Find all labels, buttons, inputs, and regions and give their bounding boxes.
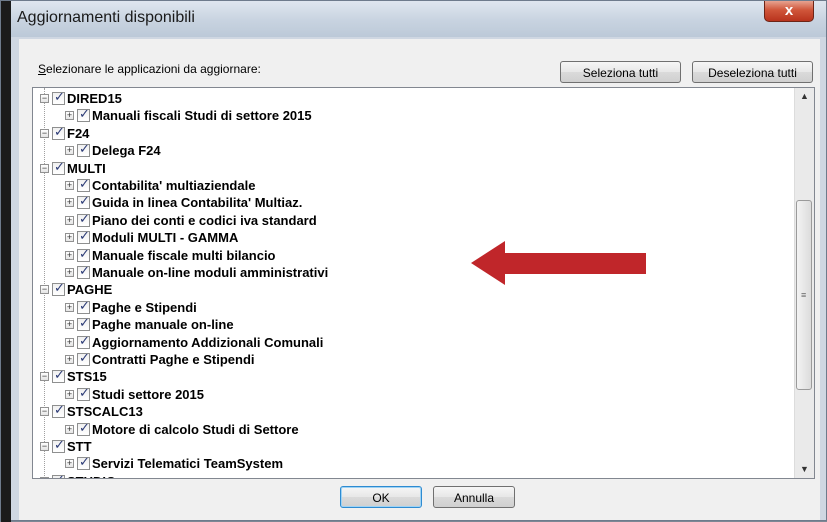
- ok-button[interactable]: OK: [340, 486, 422, 508]
- checkbox[interactable]: [52, 125, 65, 140]
- annotation-arrow-icon: [471, 241, 646, 285]
- expand-icon[interactable]: +: [65, 268, 74, 277]
- tree-item-label: Studi settore 2015: [92, 386, 204, 402]
- checkbox[interactable]: [77, 229, 90, 245]
- tree-item-label: Contabilita' multiaziendale: [92, 178, 256, 193]
- tree-item-label: MULTI: [67, 160, 106, 176]
- tree-item-label: Paghe manuale on-line: [92, 317, 234, 333]
- tree-item-label: Aggiornamento Addizionali Comunali: [92, 334, 324, 350]
- tree-item-label: Manuale fiscale multi bilancio: [92, 247, 276, 263]
- checkbox[interactable]: [77, 142, 90, 158]
- expand-icon[interactable]: +: [65, 215, 74, 225]
- tree-item-label: F24: [67, 125, 90, 141]
- tree-item-label: Manuali fiscali Studi di settore 2015: [92, 108, 312, 124]
- checkbox[interactable]: [52, 473, 65, 478]
- expand-icon[interactable]: +: [65, 459, 74, 469]
- window-title: Aggiornamenti disponibili: [17, 9, 195, 26]
- collapse-icon[interactable]: −: [40, 442, 49, 451]
- checkbox[interactable]: [77, 386, 90, 401]
- checkbox[interactable]: [52, 403, 65, 419]
- select-label-mnemonic: S: [38, 62, 47, 76]
- tree-item-label: Piano dei conti e codici iva standard: [92, 212, 317, 228]
- expand-icon[interactable]: +: [65, 146, 74, 156]
- grip-icon: ≡: [801, 290, 807, 300]
- collapse-icon[interactable]: −: [40, 407, 49, 417]
- expand-icon[interactable]: +: [65, 250, 74, 260]
- checkbox[interactable]: [52, 90, 65, 105]
- checkbox[interactable]: [77, 316, 90, 332]
- tree-item-label: Manuale on-line moduli amministrativi: [92, 265, 329, 280]
- tree-item-label: DIRED15: [67, 91, 122, 106]
- checkbox[interactable]: [77, 334, 90, 349]
- checkbox[interactable]: [77, 247, 90, 262]
- expand-icon[interactable]: +: [65, 198, 74, 208]
- vertical-scrollbar[interactable]: ▲ ≡ ▼: [794, 88, 814, 478]
- expand-icon[interactable]: +: [65, 355, 74, 364]
- expand-icon[interactable]: +: [65, 389, 74, 399]
- dialog-window: Aggiornamenti disponibili x Selezionare …: [0, 0, 827, 522]
- cancel-button[interactable]: Annulla: [433, 486, 515, 508]
- tree-item-label: STSCALC13: [67, 404, 143, 420]
- dialog-client-area: Selezionare le applicazioni da aggiornar…: [19, 39, 820, 520]
- checkbox[interactable]: [77, 194, 90, 210]
- checkbox[interactable]: [77, 264, 90, 279]
- checkbox[interactable]: [77, 177, 90, 192]
- collapse-icon[interactable]: −: [40, 163, 49, 173]
- deselect-all-button[interactable]: Deseleziona tutti: [692, 61, 813, 83]
- tree-item-label: PAGHE: [67, 282, 113, 298]
- expand-icon[interactable]: +: [65, 111, 74, 121]
- tree-item-label: Motore di calcolo Studi di Settore: [92, 421, 299, 437]
- tree-guide-line: [44, 88, 46, 478]
- checkbox[interactable]: [77, 299, 90, 314]
- expand-icon[interactable]: +: [65, 181, 74, 190]
- scroll-thumb[interactable]: ≡: [796, 200, 812, 390]
- checkbox[interactable]: [52, 281, 65, 297]
- collapse-icon[interactable]: −: [40, 94, 49, 103]
- collapse-icon[interactable]: −: [40, 285, 49, 295]
- collapse-icon[interactable]: −: [40, 476, 49, 478]
- applications-tree[interactable]: − DIRED15 + Manuali fiscali Studi di settor…: [32, 87, 815, 479]
- expand-icon[interactable]: +: [65, 424, 74, 434]
- checkbox[interactable]: [52, 438, 65, 453]
- expand-icon[interactable]: +: [65, 320, 74, 330]
- expand-icon[interactable]: +: [65, 337, 74, 347]
- collapse-icon[interactable]: −: [40, 128, 49, 138]
- checkbox[interactable]: [77, 351, 90, 366]
- select-all-button[interactable]: Seleziona tutti: [560, 61, 681, 83]
- expand-icon[interactable]: +: [65, 302, 74, 312]
- select-label-text: elezionare le applicazioni da aggiornare…: [46, 62, 261, 76]
- tree-item-label: Servizi Telematici TeamSystem: [92, 456, 284, 472]
- close-icon: x: [784, 2, 794, 19]
- tree-item-label: Contratti Paghe e Stipendi: [92, 352, 255, 367]
- tree-item-label: Guida in linea Contabilita' Multiaz.: [92, 195, 303, 211]
- checkbox[interactable]: [52, 368, 65, 384]
- select-apps-label: Selezionare le applicazioni da aggiornar…: [38, 62, 261, 76]
- scroll-down-icon[interactable]: ▼: [795, 461, 814, 478]
- checkbox[interactable]: [77, 107, 90, 123]
- checkbox[interactable]: [77, 421, 90, 436]
- tree-item-label: Moduli MULTI - GAMMA: [92, 230, 239, 246]
- close-button[interactable]: x: [764, 1, 814, 22]
- collapse-icon[interactable]: −: [40, 372, 49, 382]
- checkbox[interactable]: [77, 212, 90, 227]
- scroll-up-icon[interactable]: ▲: [795, 88, 814, 105]
- tree-item-label: STS15: [67, 369, 107, 385]
- tree-item-label: Delega F24: [92, 143, 161, 159]
- tree-item-label: STT: [67, 439, 92, 454]
- checkbox[interactable]: [77, 455, 90, 471]
- checkbox[interactable]: [52, 160, 65, 175]
- expand-icon[interactable]: +: [65, 233, 74, 243]
- tree-item-label: Paghe e Stipendi: [92, 299, 197, 315]
- tree-item-label: STUDIO: [67, 474, 116, 478]
- title-bar[interactable]: Aggiornamenti disponibili x: [11, 1, 826, 37]
- background-edge: [1, 1, 11, 522]
